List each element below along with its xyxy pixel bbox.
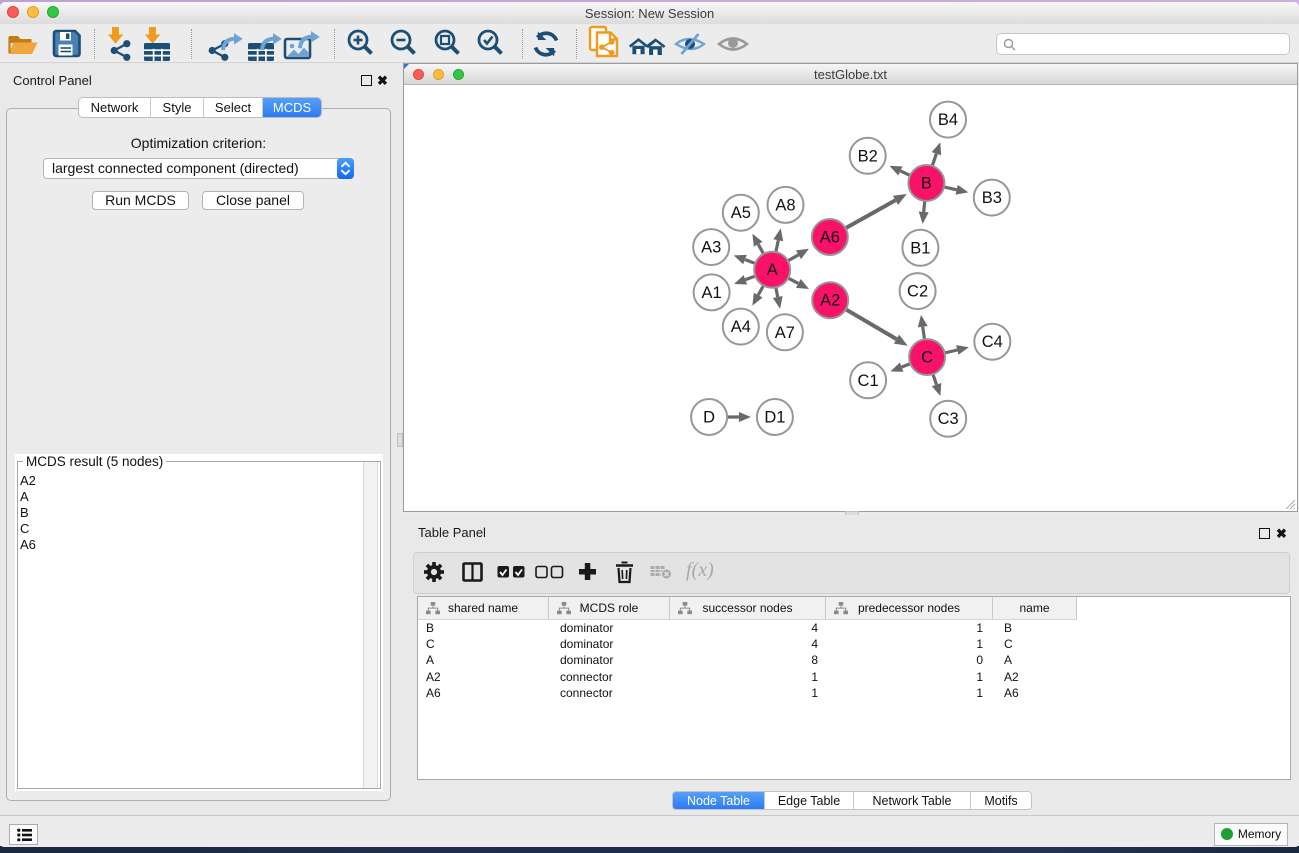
svg-text:C2: C2 [907,283,928,301]
svg-text:C4: C4 [982,333,1003,351]
svg-text:A5: A5 [731,204,751,222]
svg-text:A6: A6 [820,229,840,247]
svg-text:C1: C1 [858,372,879,390]
svg-text:B4: B4 [938,111,958,129]
svg-text:D1: D1 [764,409,785,427]
svg-text:A1: A1 [702,284,722,302]
svg-text:D: D [703,409,715,427]
svg-text:A4: A4 [731,318,751,336]
svg-text:C: C [921,349,933,367]
svg-text:C3: C3 [938,410,959,428]
svg-text:A8: A8 [775,196,795,214]
svg-text:A3: A3 [701,239,721,257]
svg-text:B3: B3 [982,189,1002,207]
svg-text:B2: B2 [858,147,878,165]
svg-text:A: A [767,261,778,279]
svg-text:A2: A2 [820,292,840,310]
svg-text:A7: A7 [775,324,795,342]
svg-text:B: B [921,175,932,193]
svg-text:B1: B1 [910,239,930,257]
